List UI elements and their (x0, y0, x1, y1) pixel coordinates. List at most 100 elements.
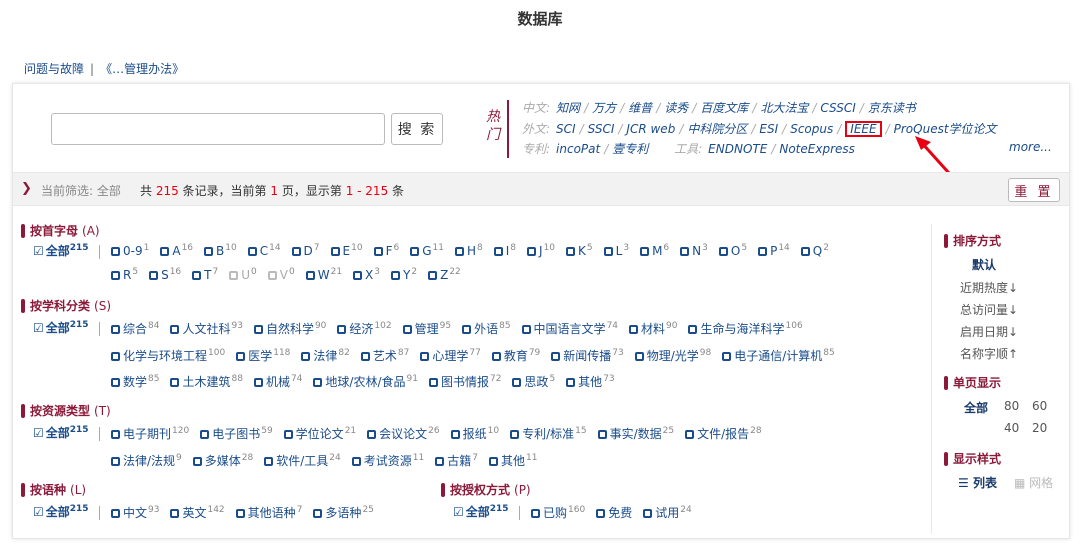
style-grid[interactable]: ▦ 网格 (1014, 474, 1053, 491)
facet-option[interactable]: 经济102 (337, 321, 392, 336)
facet-option[interactable]: S16 (149, 267, 181, 282)
hot-link[interactable]: NoteExpress (779, 142, 855, 156)
facet-option[interactable]: M6 (640, 243, 669, 258)
hot-link[interactable]: 知网 (556, 101, 580, 115)
hot-link[interactable]: CSSCI (820, 101, 855, 115)
reset-button[interactable]: 重 置 (1008, 178, 1060, 202)
per-page-20[interactable]: 20 (1032, 421, 1047, 435)
facet-option[interactable]: 生命与海洋科学106 (688, 321, 803, 336)
sort-name[interactable]: 名称字顺↑ (960, 345, 1018, 362)
faq-link[interactable]: 问题与故障 (24, 62, 84, 76)
search-button[interactable]: 搜 索 (391, 113, 443, 145)
sort-default[interactable]: 默认 (972, 256, 996, 273)
facet-option[interactable]: N3 (680, 243, 708, 258)
facet-option[interactable]: 思政5 (512, 374, 555, 389)
subject-all-button[interactable]: ☑ 全部215 (33, 319, 89, 336)
hot-link[interactable]: ProQuest学位论文 (894, 122, 997, 136)
facet-option[interactable]: X3 (353, 267, 380, 282)
hot-link[interactable]: JCR web (626, 122, 675, 136)
sort-total-visits[interactable]: 总访问量↓ (960, 301, 1018, 318)
sort-recent-hot[interactable]: 近期热度↓ (960, 279, 1018, 296)
hot-link[interactable]: 维普 (628, 101, 652, 115)
facet-option[interactable]: 自然科学90 (253, 321, 326, 336)
facet-option[interactable]: 其他11 (488, 453, 537, 468)
facet-option[interactable]: 化学与环境工程100 (111, 348, 225, 363)
facet-option[interactable]: 软件/工具24 (264, 453, 341, 468)
more-link[interactable]: more... (1009, 140, 1052, 154)
facet-option[interactable]: 新闻传播73 (551, 348, 624, 363)
facet-option[interactable]: B10 (204, 243, 237, 258)
facet-option[interactable]: 其他73 (566, 374, 615, 389)
hot-link[interactable]: SCI (556, 122, 576, 136)
hot-link[interactable]: 壹专利 (612, 142, 648, 156)
facet-option[interactable]: K5 (566, 243, 593, 258)
hot-link[interactable]: 中科院分区 (687, 122, 747, 136)
facet-option[interactable]: 中国语言文学74 (521, 321, 618, 336)
facet-option[interactable]: 物理/光学98 (634, 348, 711, 363)
facet-option[interactable]: 电子通信/计算机85 (722, 348, 835, 363)
regulation-link[interactable]: 《…管理办法》 (100, 62, 184, 76)
facet-option[interactable]: H8 (454, 243, 483, 258)
facet-option[interactable]: V0 (267, 267, 295, 282)
per-page-80[interactable]: 80 (1004, 399, 1019, 413)
collapse-chevron-icon[interactable]: ❯ (21, 181, 32, 196)
hot-link[interactable]: Scopus (790, 122, 833, 136)
sort-start-date[interactable]: 启用日期↓ (960, 323, 1018, 340)
facet-option[interactable]: Z22 (428, 267, 461, 282)
facet-option[interactable]: 医学118 (236, 348, 290, 363)
facet-option[interactable]: 其他语种7 (235, 505, 302, 520)
facet-option[interactable]: 教育79 (491, 348, 540, 363)
facet-option[interactable]: 多媒体28 (192, 453, 253, 468)
facet-option[interactable]: J10 (527, 243, 555, 258)
facet-option[interactable]: R5 (111, 267, 138, 282)
hot-link[interactable]: 北大法宝 (760, 101, 808, 115)
facet-option[interactable]: D7 (291, 243, 320, 258)
facet-option[interactable]: Q2 (800, 243, 829, 258)
per-page-all[interactable]: 全部 (964, 399, 988, 416)
facet-option[interactable]: 免费 (596, 506, 632, 520)
facet-option[interactable]: 人文社科93 (170, 321, 243, 336)
facet-option[interactable]: 学位论文21 (283, 426, 356, 441)
facet-option[interactable]: O5 (718, 243, 747, 258)
facet-option[interactable]: 电子期刊120 (111, 426, 189, 441)
hot-link[interactable]: incoPat (556, 142, 600, 156)
hot-link[interactable]: ESI (759, 122, 778, 136)
facet-option[interactable]: 数学85 (111, 374, 159, 389)
facet-option[interactable]: 法律82 (301, 348, 350, 363)
facet-option[interactable]: 管理95 (402, 321, 451, 336)
facet-option[interactable]: 外语85 (462, 321, 511, 336)
facet-option[interactable]: 考试资源11 (351, 453, 424, 468)
hot-link[interactable]: 万方 (592, 101, 616, 115)
facet-option[interactable]: W21 (305, 267, 342, 282)
facet-option[interactable]: C14 (247, 243, 281, 258)
facet-option[interactable]: 机械74 (253, 374, 302, 389)
hot-link-ieee-highlighted[interactable]: IEEE (845, 121, 882, 137)
facet-option[interactable]: 土木建筑88 (170, 374, 243, 389)
facet-option[interactable]: 材料90 (629, 321, 677, 336)
facet-option[interactable]: 专利/标准15 (510, 426, 587, 441)
facet-option[interactable]: 多语种25 (313, 505, 374, 520)
facet-option[interactable]: 艺术87 (360, 348, 409, 363)
facet-option[interactable]: 古籍7 (435, 453, 478, 468)
facet-option[interactable]: F6 (373, 243, 399, 258)
facet-option[interactable]: L3 (603, 243, 629, 258)
facet-option[interactable]: I8 (493, 243, 516, 258)
facet-option[interactable]: 报纸10 (450, 426, 499, 441)
per-page-40[interactable]: 40 (1004, 421, 1019, 435)
facet-option[interactable]: 会议论文26 (367, 426, 440, 441)
facet-option[interactable]: G11 (410, 243, 444, 258)
facet-option[interactable]: 法律/法规9 (111, 453, 182, 468)
type-all-button[interactable]: ☑ 全部215 (33, 424, 89, 441)
per-page-60[interactable]: 60 (1032, 399, 1047, 413)
facet-option[interactable]: Y2 (391, 267, 417, 282)
style-list[interactable]: ☰ 列表 (958, 474, 997, 491)
facet-option[interactable]: 已购160 (531, 505, 585, 520)
facet-option[interactable]: 英文142 (170, 505, 225, 520)
search-input[interactable] (51, 113, 385, 145)
facet-option[interactable]: U0 (229, 267, 257, 282)
facet-option[interactable]: P14 (758, 243, 790, 258)
facet-option[interactable]: E10 (330, 243, 363, 258)
license-all-button[interactable]: ☑ 全部215 (453, 503, 509, 520)
facet-option[interactable]: 电子图书59 (200, 426, 273, 441)
facet-option[interactable]: T7 (192, 267, 218, 282)
